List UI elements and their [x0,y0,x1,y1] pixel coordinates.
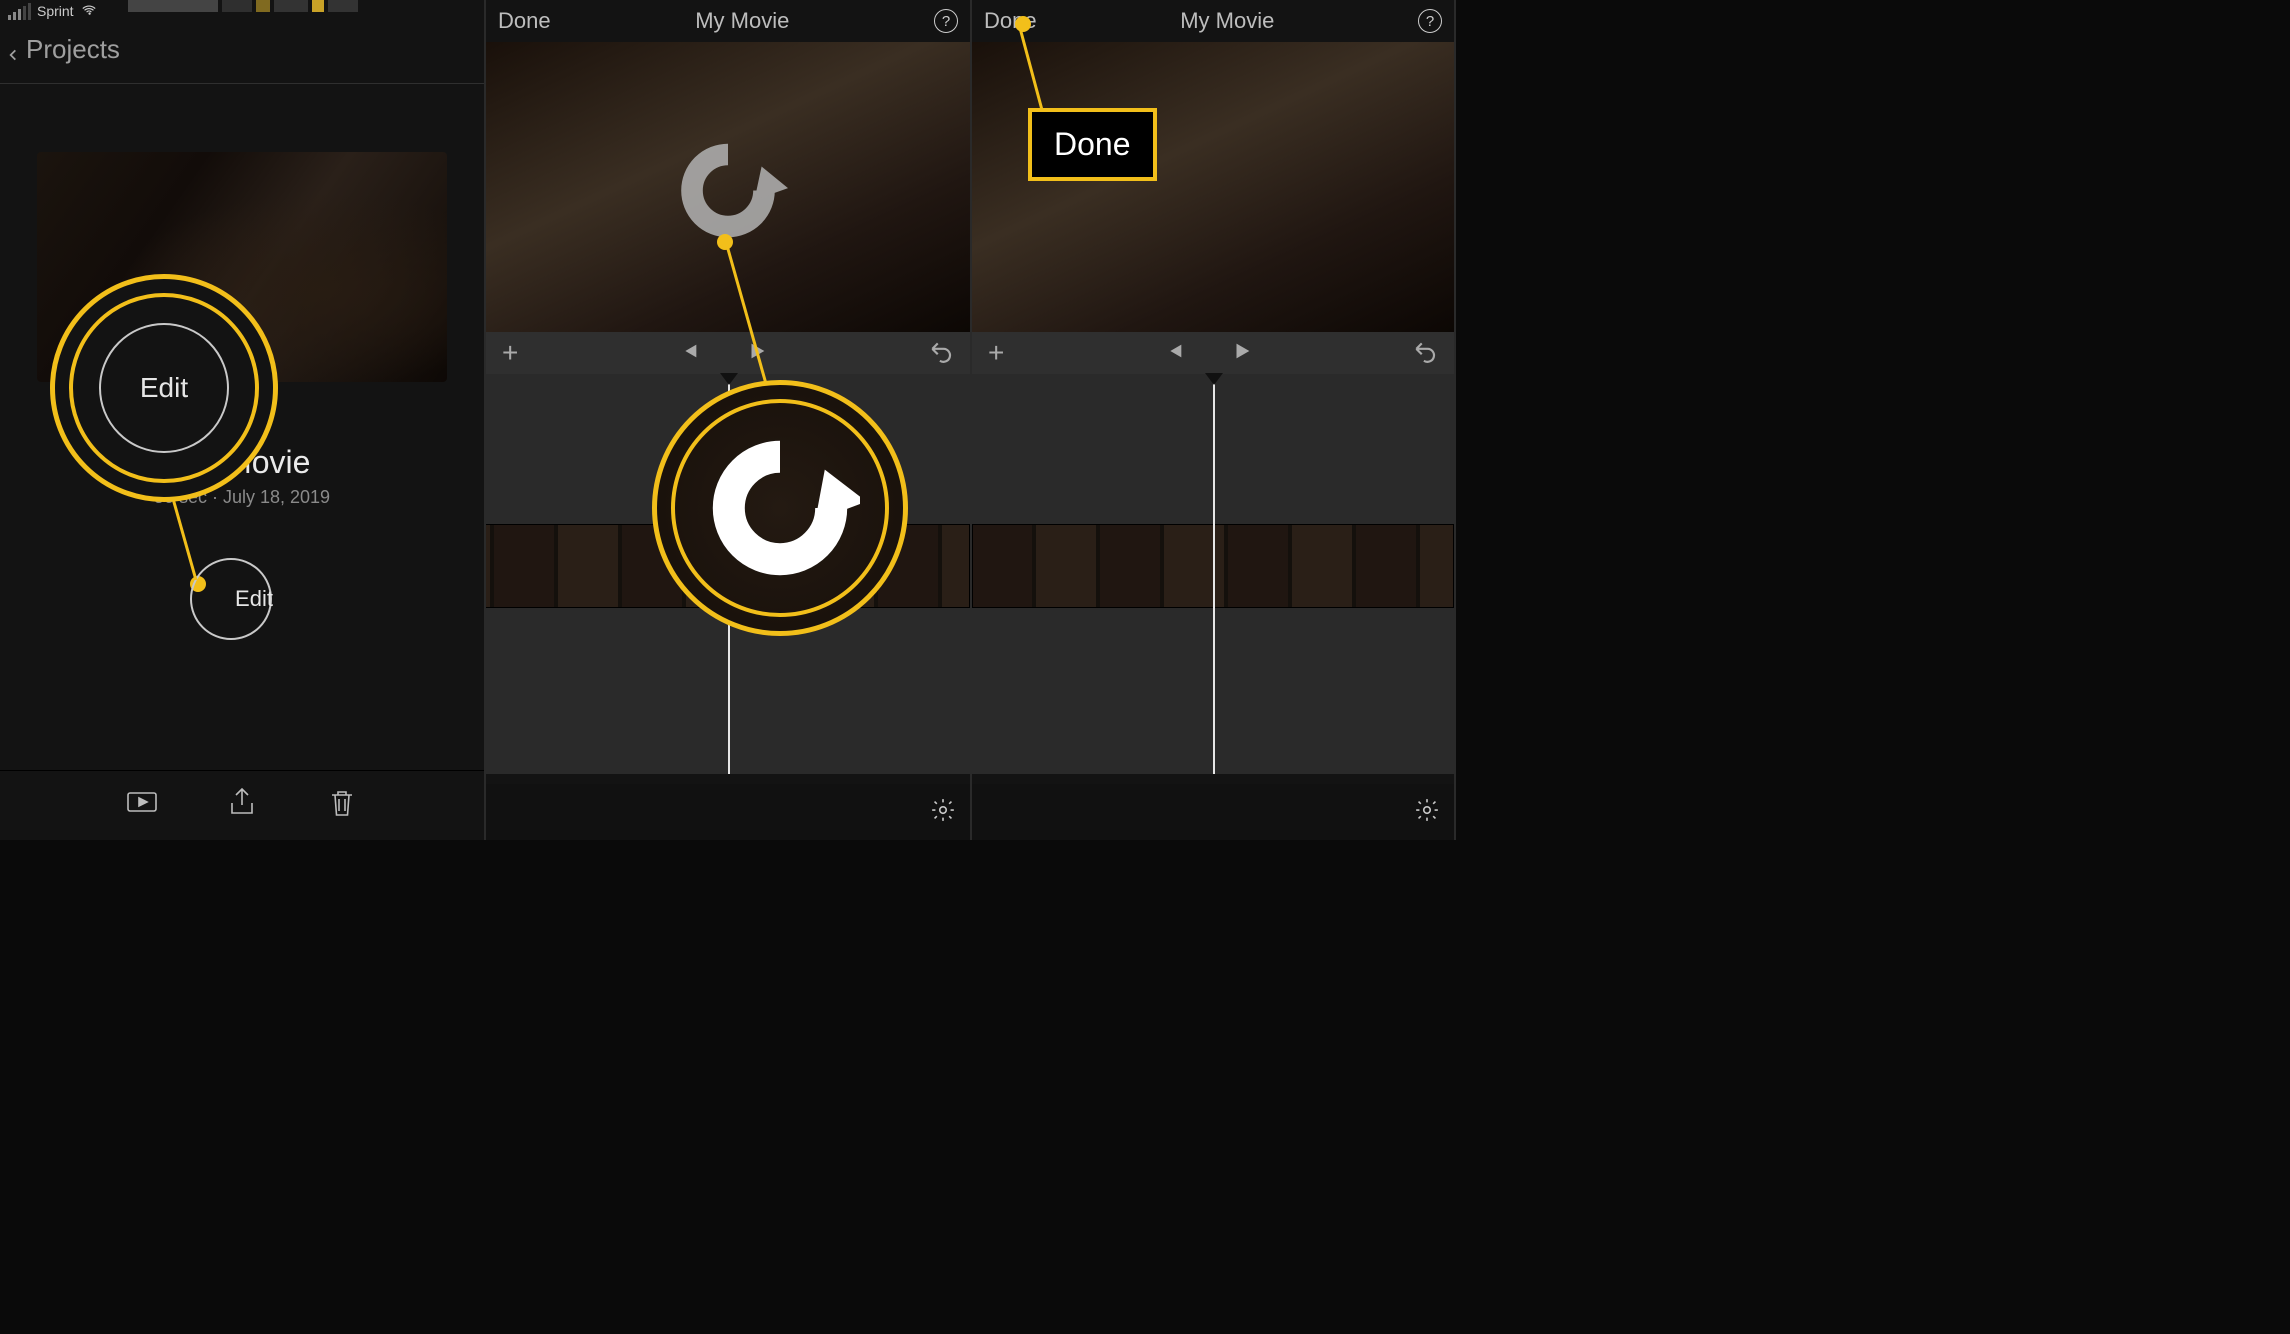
settings-button[interactable] [930,797,956,828]
settings-button[interactable] [1414,797,1440,828]
editor-bottombar [972,784,1454,840]
status-bar: Sprint [0,0,484,22]
share-icon[interactable] [224,785,260,826]
project-subtitle: 50 sec · July 18, 2019 [37,487,447,508]
divider [0,83,484,84]
playhead[interactable] [1213,374,1215,774]
editor-bottombar [486,784,970,840]
back-label: Projects [26,34,120,65]
callout-edit-large: Edit [50,274,278,502]
done-button[interactable]: Done [498,8,551,34]
editor-title: My Movie [695,8,789,34]
panel-editor-rotate: Done My Movie ? + [486,0,972,840]
callout-leader [170,488,212,580]
editor-controls: + [972,332,1454,374]
undo-button[interactable] [1412,338,1438,369]
callout-rotate-large [652,380,908,636]
editor-title: My Movie [1180,8,1274,34]
callout-dot [1015,16,1031,32]
panel-projects: Sprint Projects My Movie 50 sec · July 1… [0,0,486,840]
back-to-projects[interactable]: Projects [0,22,484,83]
add-media-button[interactable]: + [988,339,1004,367]
callout-leader: M [1002,22,1048,112]
blurred-header-area [128,0,358,18]
signal-icon [8,3,31,20]
play-to-tv-icon[interactable] [124,785,160,826]
help-button[interactable]: ? [934,9,958,33]
chevron-left-icon [6,38,20,62]
trash-icon[interactable] [324,785,360,826]
projects-toolbar [0,770,484,840]
edit-button-label: Edit [235,586,273,612]
help-button[interactable]: ? [1418,9,1442,33]
video-preview[interactable] [486,42,970,332]
editor-topbar: Done My Movie ? [486,0,970,42]
skip-back-button[interactable] [1163,340,1185,367]
undo-button[interactable] [928,338,954,369]
skip-back-button[interactable] [678,340,700,367]
play-button[interactable] [1231,340,1253,367]
carrier-label: Sprint [37,3,74,19]
add-media-button[interactable]: + [502,339,518,367]
wifi-icon [74,3,98,20]
callout-done-box: Done [1028,108,1157,181]
panel-editor-done: Done My Movie ? M Done + [972,0,1456,840]
timeline[interactable] [972,374,1454,774]
callout-dot [717,234,733,250]
callout-edit-label: Edit [140,372,188,404]
callout-done-label: Done [1054,126,1131,162]
